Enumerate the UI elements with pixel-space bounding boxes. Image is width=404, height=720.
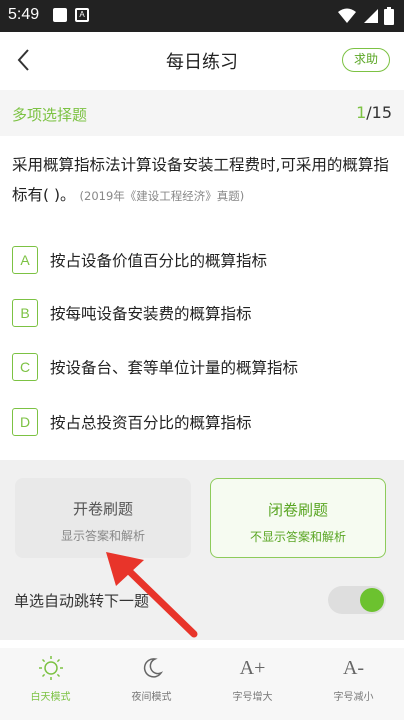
auto-next-toggle[interactable] [328,586,386,614]
open-book-mode-button[interactable]: 开卷刷题 显示答案和解析 [15,478,191,558]
option-c[interactable]: C 按设备台、套等单位计量的概算指标 [12,351,392,383]
signal-icon [364,9,378,23]
option-b[interactable]: B 按每吨设备安装费的概算指标 [12,297,392,329]
day-mode-button[interactable]: 白天模式 [0,648,101,720]
option-text: 按每吨设备安装费的概算指标 [50,305,252,323]
question-counter: 1/15 [356,103,392,122]
closed-book-mode-button[interactable]: 闭卷刷题 不显示答案和解析 [210,478,386,558]
status-time: 5:49 [8,6,40,23]
current-question-number: 1 [356,103,367,122]
wifi-icon [338,8,356,23]
header: 每日练习 求助 [0,32,404,88]
night-mode-button[interactable]: 夜间模式 [101,648,202,720]
toggle-knob [360,588,384,612]
notification-a-icon: A [75,8,89,22]
mode-subtitle: 显示答案和解析 [60,529,145,543]
option-letter: C [12,353,38,381]
battery-icon [384,7,394,25]
font-increase-icon: A+ [239,656,266,679]
question-type: 多项选择题 [12,106,88,124]
toolbar-label: 字号减小 [333,692,374,703]
mode-title: 开卷刷题 [72,500,133,518]
font-decrease-button[interactable]: A- 字号减小 [303,648,404,720]
total-questions: /15 [366,103,392,122]
toolbar-label: 白天模式 [30,692,71,703]
bottom-toolbar: 白天模式 夜间模式 A+ 字号增大 A- 字号减小 [0,648,404,720]
auto-next-label: 单选自动跳转下一题 [14,592,150,610]
option-text: 按设备台、套等单位计量的概算指标 [50,359,299,377]
option-d[interactable]: D 按占总投资百分比的概算指标 [12,406,392,438]
mode-subtitle: 不显示答案和解析 [249,530,346,544]
toolbar-label: 夜间模式 [131,692,172,703]
option-text: 按占设备价值百分比的概算指标 [50,252,268,270]
moon-icon [138,654,166,682]
option-letter: B [12,299,38,327]
option-letter: D [12,408,38,436]
status-icons [338,7,394,25]
option-a[interactable]: A 按占设备价值百分比的概算指标 [12,244,392,276]
auto-next-row: 单选自动跳转下一题 [0,580,404,624]
option-letter: A [12,246,38,274]
question-source: (2019年《建设工程经济》真题) [79,189,245,203]
question-text: 采用概算指标法计算设备安装工程费时,可采用的概算指标有( )。 (2019年《建设… [12,150,392,211]
font-increase-button[interactable]: A+ 字号增大 [202,648,303,720]
mode-title: 闭卷刷题 [267,501,328,519]
status-bar: 5:49 A [0,0,404,32]
font-decrease-icon: A- [342,656,365,679]
help-button[interactable]: 求助 [342,48,390,72]
notification-icon [53,8,67,22]
option-text: 按占总投资百分比的概算指标 [50,414,252,432]
toolbar-label: 字号增大 [232,692,273,703]
sun-icon [37,654,65,682]
question-type-bar: 多项选择题 1/15 [0,90,404,136]
